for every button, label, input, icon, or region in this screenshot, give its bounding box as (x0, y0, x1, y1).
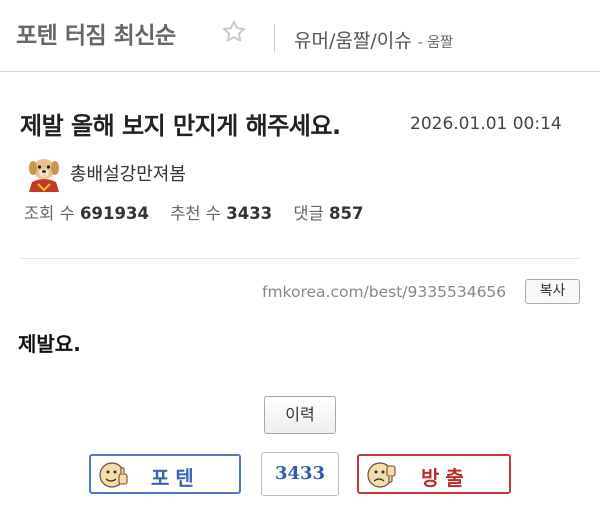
copy-url-button[interactable]: 복사 (525, 279, 580, 304)
recommends-count: 3433 (226, 204, 273, 223)
category-breadcrumb[interactable]: 유머/움짤/이슈 - 움짤 (294, 26, 453, 53)
history-button[interactable]: 이력 (264, 396, 336, 434)
upvote-button[interactable]: 포텐 (89, 454, 241, 494)
board-header: 포텐 터짐 최신순 유머/움짤/이슈 - 움짤 (0, 0, 600, 72)
downvote-button[interactable]: 방출 (357, 454, 511, 494)
post-content: 제발요. (18, 332, 81, 356)
comments-stat[interactable]: 댓글 857 (293, 204, 363, 223)
category-main[interactable]: 유머/움짤/이슈 (294, 30, 412, 52)
post-stats: 조회 수 691934 추천 수 3433 댓글 857 (24, 200, 380, 224)
vote-count: 3433 (261, 452, 339, 496)
views-stat: 조회 수 691934 (24, 204, 154, 223)
puppy-avatar[interactable] (24, 152, 64, 192)
content-divider (20, 258, 580, 259)
header-divider (274, 24, 275, 52)
comments-label[interactable]: 댓글 (293, 204, 323, 223)
comments-count[interactable]: 857 (329, 204, 363, 223)
upvote-label[interactable]: 포텐 (151, 462, 200, 491)
star-icon[interactable] (221, 19, 247, 45)
recommends-label: 추천 수 (170, 204, 221, 223)
views-count: 691934 (80, 204, 149, 223)
board-title[interactable]: 포텐 터짐 최신순 (16, 16, 176, 50)
category-sub[interactable]: - 움짤 (418, 35, 453, 51)
post-title: 제발 올해 보지 만지게 해주세요. (20, 112, 341, 140)
views-label: 조회 수 (24, 204, 75, 223)
post-url[interactable]: fmkorea.com/best/9335534656 (262, 283, 506, 301)
post-date: 2026.01.01 00:14 (410, 114, 562, 134)
recommends-stat: 추천 수 3433 (170, 204, 277, 223)
thumbs-up-face-icon (99, 462, 128, 488)
author-name[interactable]: 총배설강만져봄 (70, 160, 186, 186)
thumbs-down-face-icon (367, 462, 396, 488)
downvote-label[interactable]: 방출 (421, 462, 470, 491)
